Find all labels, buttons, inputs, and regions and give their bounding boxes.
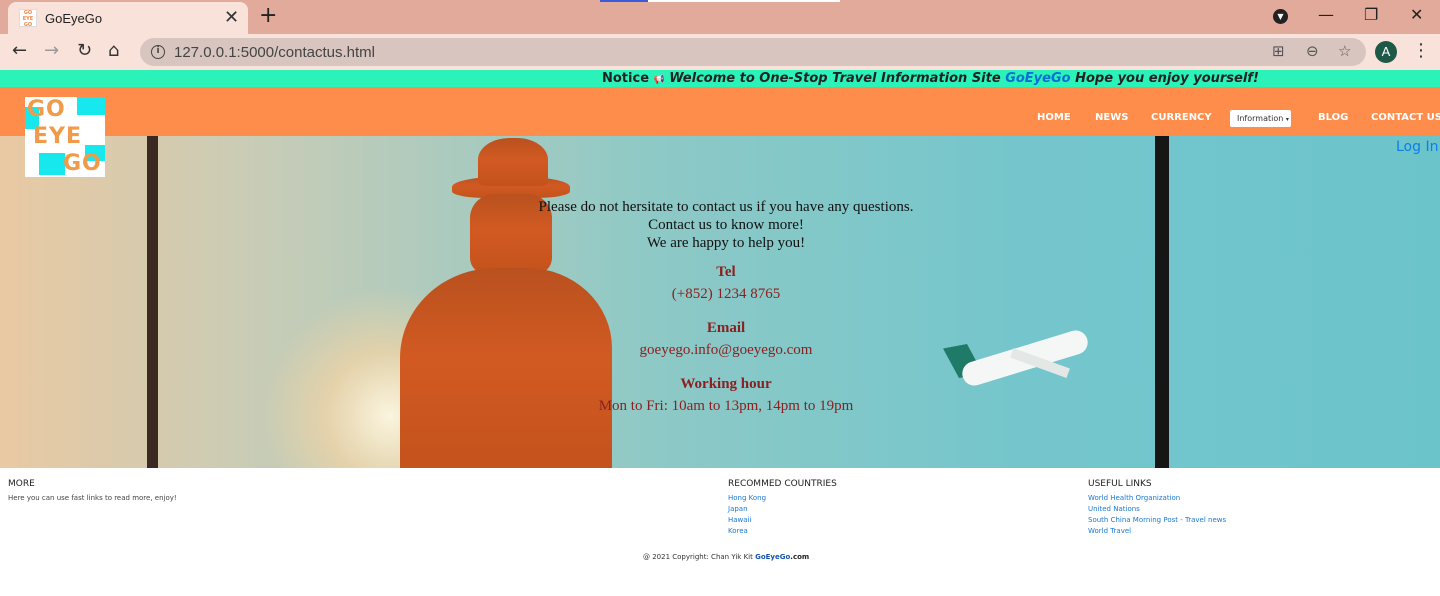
country-link[interactable]: Hawaii (728, 516, 751, 524)
close-window-icon[interactable]: ✕ (1410, 4, 1423, 26)
country-link[interactable]: Japan (728, 505, 748, 513)
country-link[interactable]: Korea (728, 527, 748, 535)
footer-countries-title: RECOMMED COUNTRIES (728, 479, 837, 489)
browser-toolbar: ← → ↻ ⌂ i 127.0.0.1:5000/contactus.html … (0, 34, 1440, 70)
nav-home[interactable]: HOME (1037, 112, 1071, 123)
notice-text: Notice 📢 Welcome to One-Stop Travel Info… (602, 71, 1259, 86)
tab-search-icon[interactable]: ▼ (1273, 9, 1288, 24)
nav-news[interactable]: NEWS (1095, 112, 1128, 123)
forward-arrow-icon[interactable]: → (44, 40, 59, 62)
contact-info: Please do not hersitate to contact us if… (0, 198, 1440, 418)
star-icon[interactable]: ☆ (1338, 42, 1351, 60)
caret-down-icon: ▾ (1285, 116, 1289, 123)
reload-icon[interactable]: ↻ (77, 40, 92, 62)
info-icon[interactable]: i (151, 45, 165, 59)
contact-intro-1: Please do not hersitate to contact us if… (538, 199, 914, 215)
nav-currency[interactable]: CURRENCY (1151, 112, 1212, 123)
footer-more-title: MORE (8, 479, 35, 489)
logo-shape (39, 153, 65, 175)
close-tab-icon[interactable]: ✕ (224, 8, 239, 28)
megaphone-icon: 📢 (653, 75, 665, 85)
contact-intro-3: We are happy to help you! (646, 235, 806, 251)
contact-intro-2: Contact us to know more! (648, 217, 804, 233)
woman-hat-crown (478, 138, 548, 186)
copyright: @ 2021 Copyright: Chan Yik Kit GoEyeGo.c… (643, 553, 809, 561)
address-bar[interactable]: i 127.0.0.1:5000/contactus.html ⊞ ⊖ ☆ (140, 38, 1366, 66)
restore-icon[interactable]: ❐ (1364, 4, 1378, 26)
useful-link[interactable]: United Nations (1088, 505, 1140, 513)
url-text[interactable]: 127.0.0.1:5000/contactus.html (174, 44, 375, 61)
new-tab-icon[interactable]: + (259, 3, 277, 29)
logo-text-line2: EYE (33, 124, 82, 149)
copyright-suffix: .com (790, 553, 810, 561)
nav-information-dropdown[interactable]: Information ▾ (1230, 110, 1291, 127)
notice-brand: GoEyeGo (1005, 71, 1071, 86)
tab-strip-indicator (600, 0, 648, 2)
browser-tab-bar: GO EYE GO GoEyeGo ✕ + ▼ — ❐ ✕ (0, 0, 1440, 34)
home-icon[interactable]: ⌂ (108, 40, 119, 62)
email-value: goeyego.info@goeyego.com (639, 342, 813, 358)
login-link[interactable]: Log In (1396, 139, 1438, 155)
useful-link[interactable]: South China Morning Post - Travel news (1088, 516, 1226, 524)
notice-label: Notice (602, 71, 650, 86)
nav-information-label: Information (1237, 114, 1284, 123)
copyright-brand[interactable]: GoEyeGo (755, 553, 790, 561)
notice-bar: Notice 📢 Welcome to One-Stop Travel Info… (0, 70, 1440, 87)
logo-shape (77, 97, 105, 115)
tab-strip-indicator (648, 0, 840, 2)
useful-link[interactable]: World Health Organization (1088, 494, 1180, 502)
hours-value: Mon to Fri: 10am to 13pm, 14pm to 19pm (598, 398, 854, 414)
site-navbar (0, 87, 1440, 136)
logo-text-line3: GO (63, 151, 102, 176)
back-arrow-icon[interactable]: ← (12, 40, 27, 62)
useful-link[interactable]: World Travel (1088, 527, 1131, 535)
nav-blog[interactable]: BLOG (1318, 112, 1348, 123)
notice-tail: Hope you enjoy yourself! (1075, 71, 1259, 86)
footer-more-text: Here you can use fast links to read more… (8, 494, 177, 502)
menu-dots-icon[interactable]: ⋮ (1412, 40, 1430, 61)
profile-avatar[interactable]: A (1375, 41, 1397, 63)
footer-links-title: USEFUL LINKS (1088, 479, 1152, 489)
zoom-icon[interactable]: ⊖ (1306, 42, 1319, 60)
minimize-icon[interactable]: — (1318, 4, 1334, 26)
logo-text-line1: GO (27, 97, 66, 122)
browser-tab[interactable]: GO EYE GO GoEyeGo ✕ (8, 2, 248, 34)
site-favicon-icon: GO EYE GO (19, 9, 37, 27)
translate-icon[interactable]: ⊞ (1272, 42, 1285, 60)
email-heading: Email (706, 320, 746, 336)
notice-welcome: Welcome to One-Stop Travel Information S… (669, 71, 1001, 86)
copyright-prefix: @ 2021 Copyright: Chan Yik Kit (643, 553, 753, 561)
hours-heading: Working hour (680, 376, 772, 392)
nav-contact[interactable]: CONTACT US (1371, 112, 1440, 123)
country-link[interactable]: Hong Kong (728, 494, 766, 502)
tel-value: (+852) 1234 8765 (671, 286, 781, 302)
tel-heading: Tel (716, 264, 736, 280)
tab-title: GoEyeGo (45, 11, 103, 26)
site-logo[interactable]: GO EYE GO (25, 97, 105, 177)
